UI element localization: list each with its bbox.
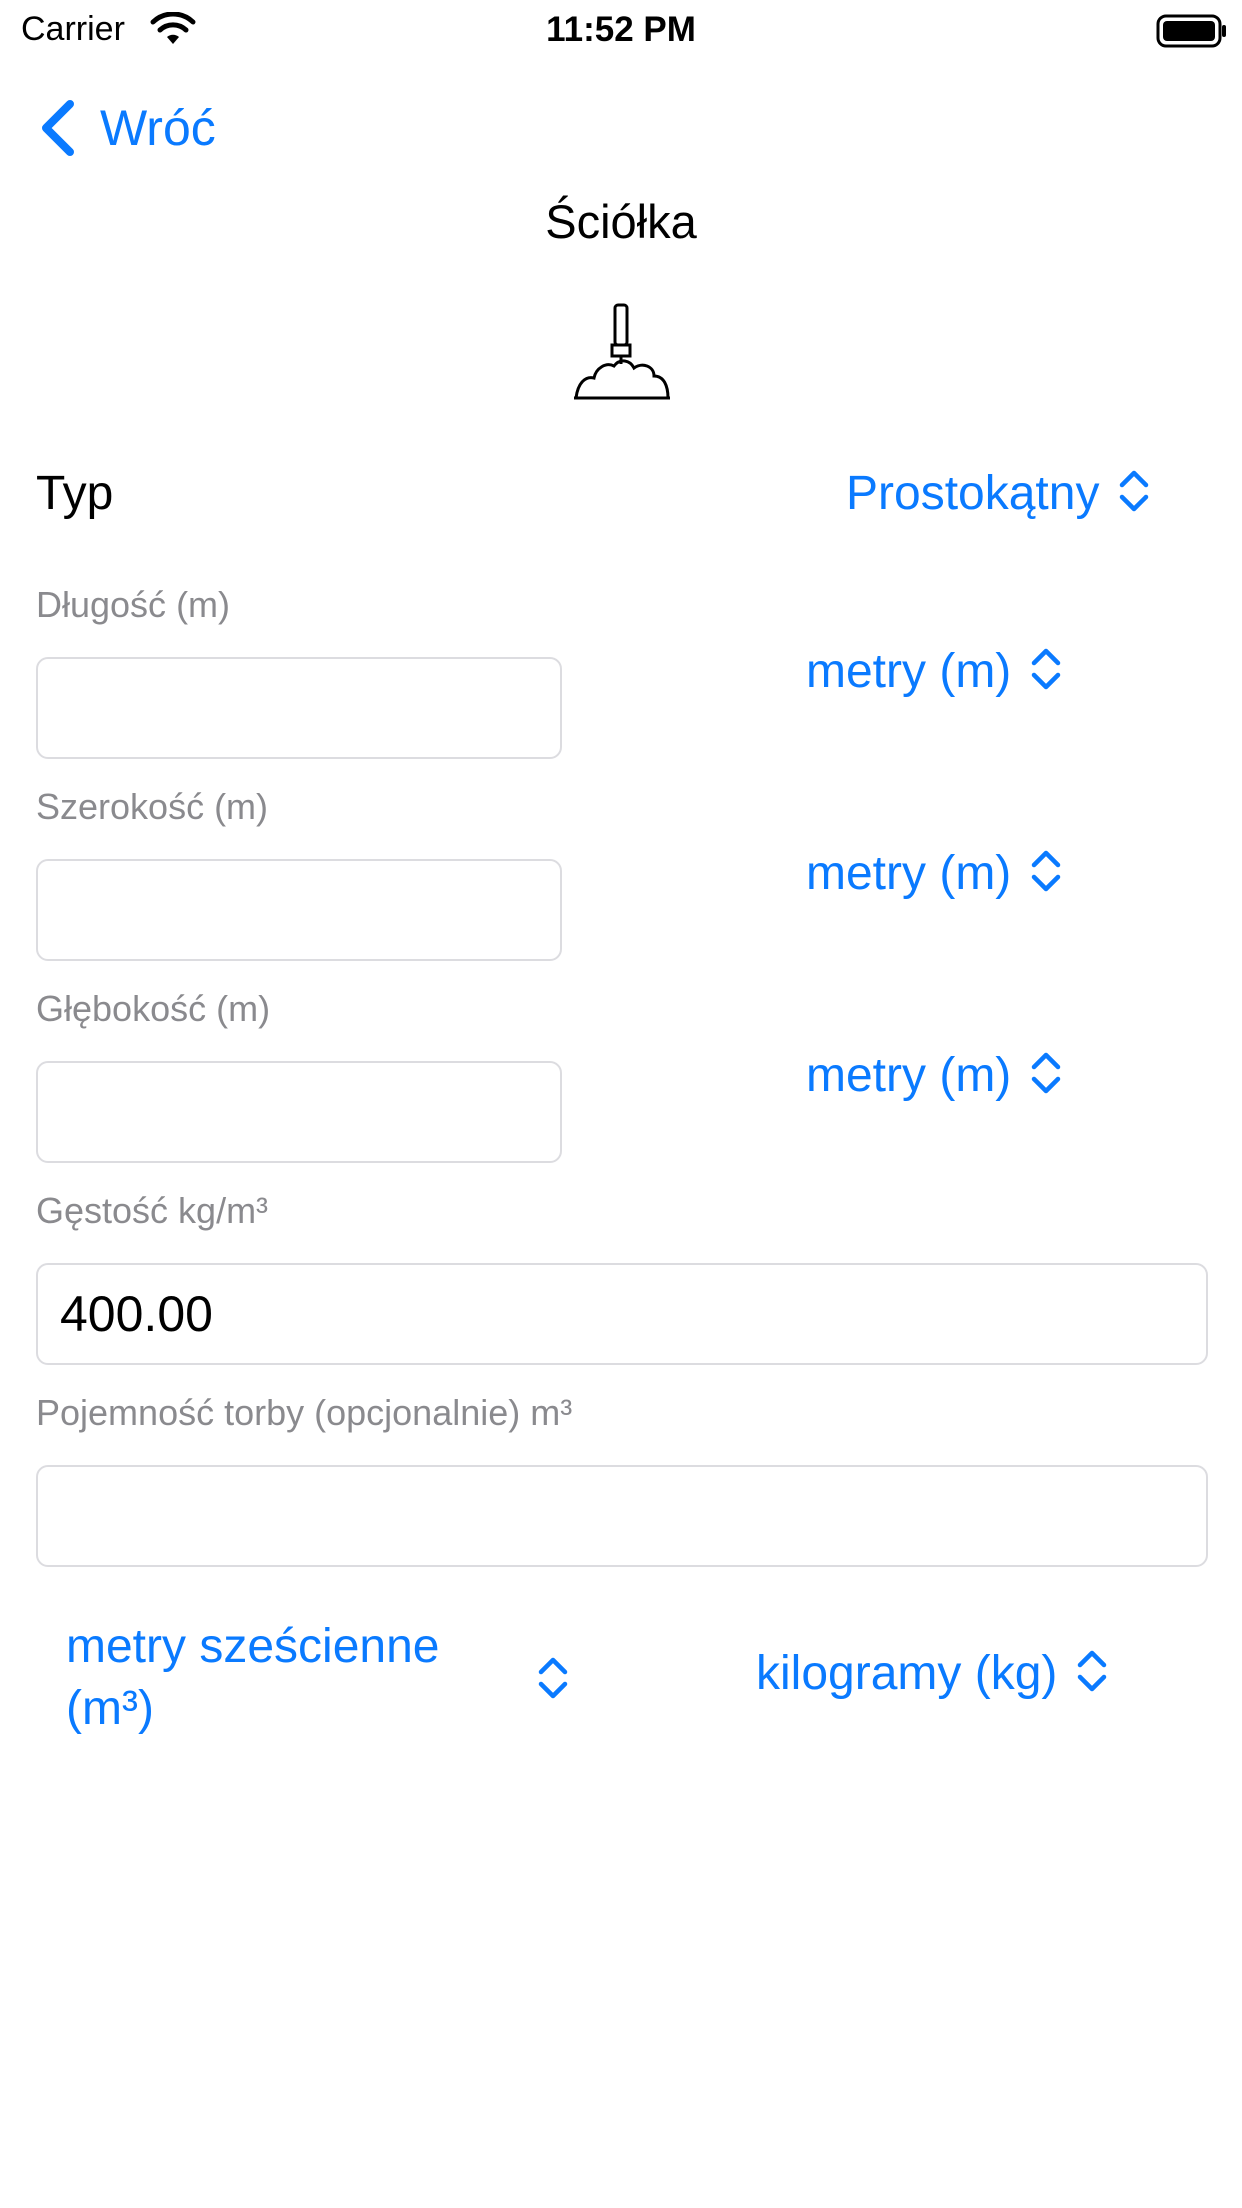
status-bar: Carrier 11:52 PM: [0, 0, 1242, 62]
chevron-up-down-icon: [1075, 1649, 1109, 1698]
depth-input[interactable]: [36, 1061, 562, 1163]
mulch-shovel-icon: [572, 302, 672, 407]
depth-unit-value: metry (m): [806, 1049, 1012, 1102]
length-label: Długość (m): [36, 584, 231, 625]
chevron-up-down-icon: [1029, 1051, 1063, 1100]
type-label: Typ: [36, 467, 114, 520]
bag-capacity-label: Pojemność torby (opcjonalnie) m³: [36, 1392, 573, 1433]
depth-unit-picker[interactable]: metry (m): [806, 1048, 1063, 1103]
weight-unit-value: kilogramy (kg): [756, 1647, 1058, 1700]
width-unit-value: metry (m): [806, 847, 1012, 900]
width-label: Szerokość (m): [36, 786, 269, 827]
volume-unit-picker[interactable]: metry sześcienne (m³): [66, 1616, 586, 1740]
width-input[interactable]: [36, 859, 562, 961]
back-button[interactable]: Wróć: [36, 96, 216, 160]
chevron-up-down-icon: [536, 1656, 570, 1705]
chevron-up-down-icon: [1029, 647, 1063, 696]
width-unit-picker[interactable]: metry (m): [806, 846, 1063, 901]
density-label: Gęstość kg/m³: [36, 1190, 269, 1231]
length-unit-value: metry (m): [806, 645, 1012, 698]
density-input[interactable]: [36, 1263, 1208, 1365]
length-input[interactable]: [36, 657, 562, 759]
weight-unit-picker[interactable]: kilogramy (kg): [756, 1646, 1109, 1701]
screen: Carrier 11:52 PM Wróć Ściółka Typ Prosto…: [0, 0, 1242, 2208]
battery-icon: [1156, 14, 1228, 53]
page-title: Ściółka: [545, 195, 697, 248]
depth-label: Głębokość (m): [36, 988, 271, 1029]
length-unit-picker[interactable]: metry (m): [806, 644, 1063, 699]
status-time: 11:52 PM: [546, 10, 696, 49]
chevron-left-icon: [36, 98, 78, 158]
back-label: Wróć: [100, 100, 216, 156]
chevron-up-down-icon: [1029, 849, 1063, 898]
bag-capacity-input[interactable]: [36, 1465, 1208, 1567]
type-picker-value: Prostokątny: [846, 467, 1100, 520]
chevron-up-down-icon: [1117, 469, 1151, 518]
volume-unit-value: metry sześcienne (m³): [66, 1620, 440, 1735]
type-picker[interactable]: Prostokątny: [846, 466, 1151, 521]
